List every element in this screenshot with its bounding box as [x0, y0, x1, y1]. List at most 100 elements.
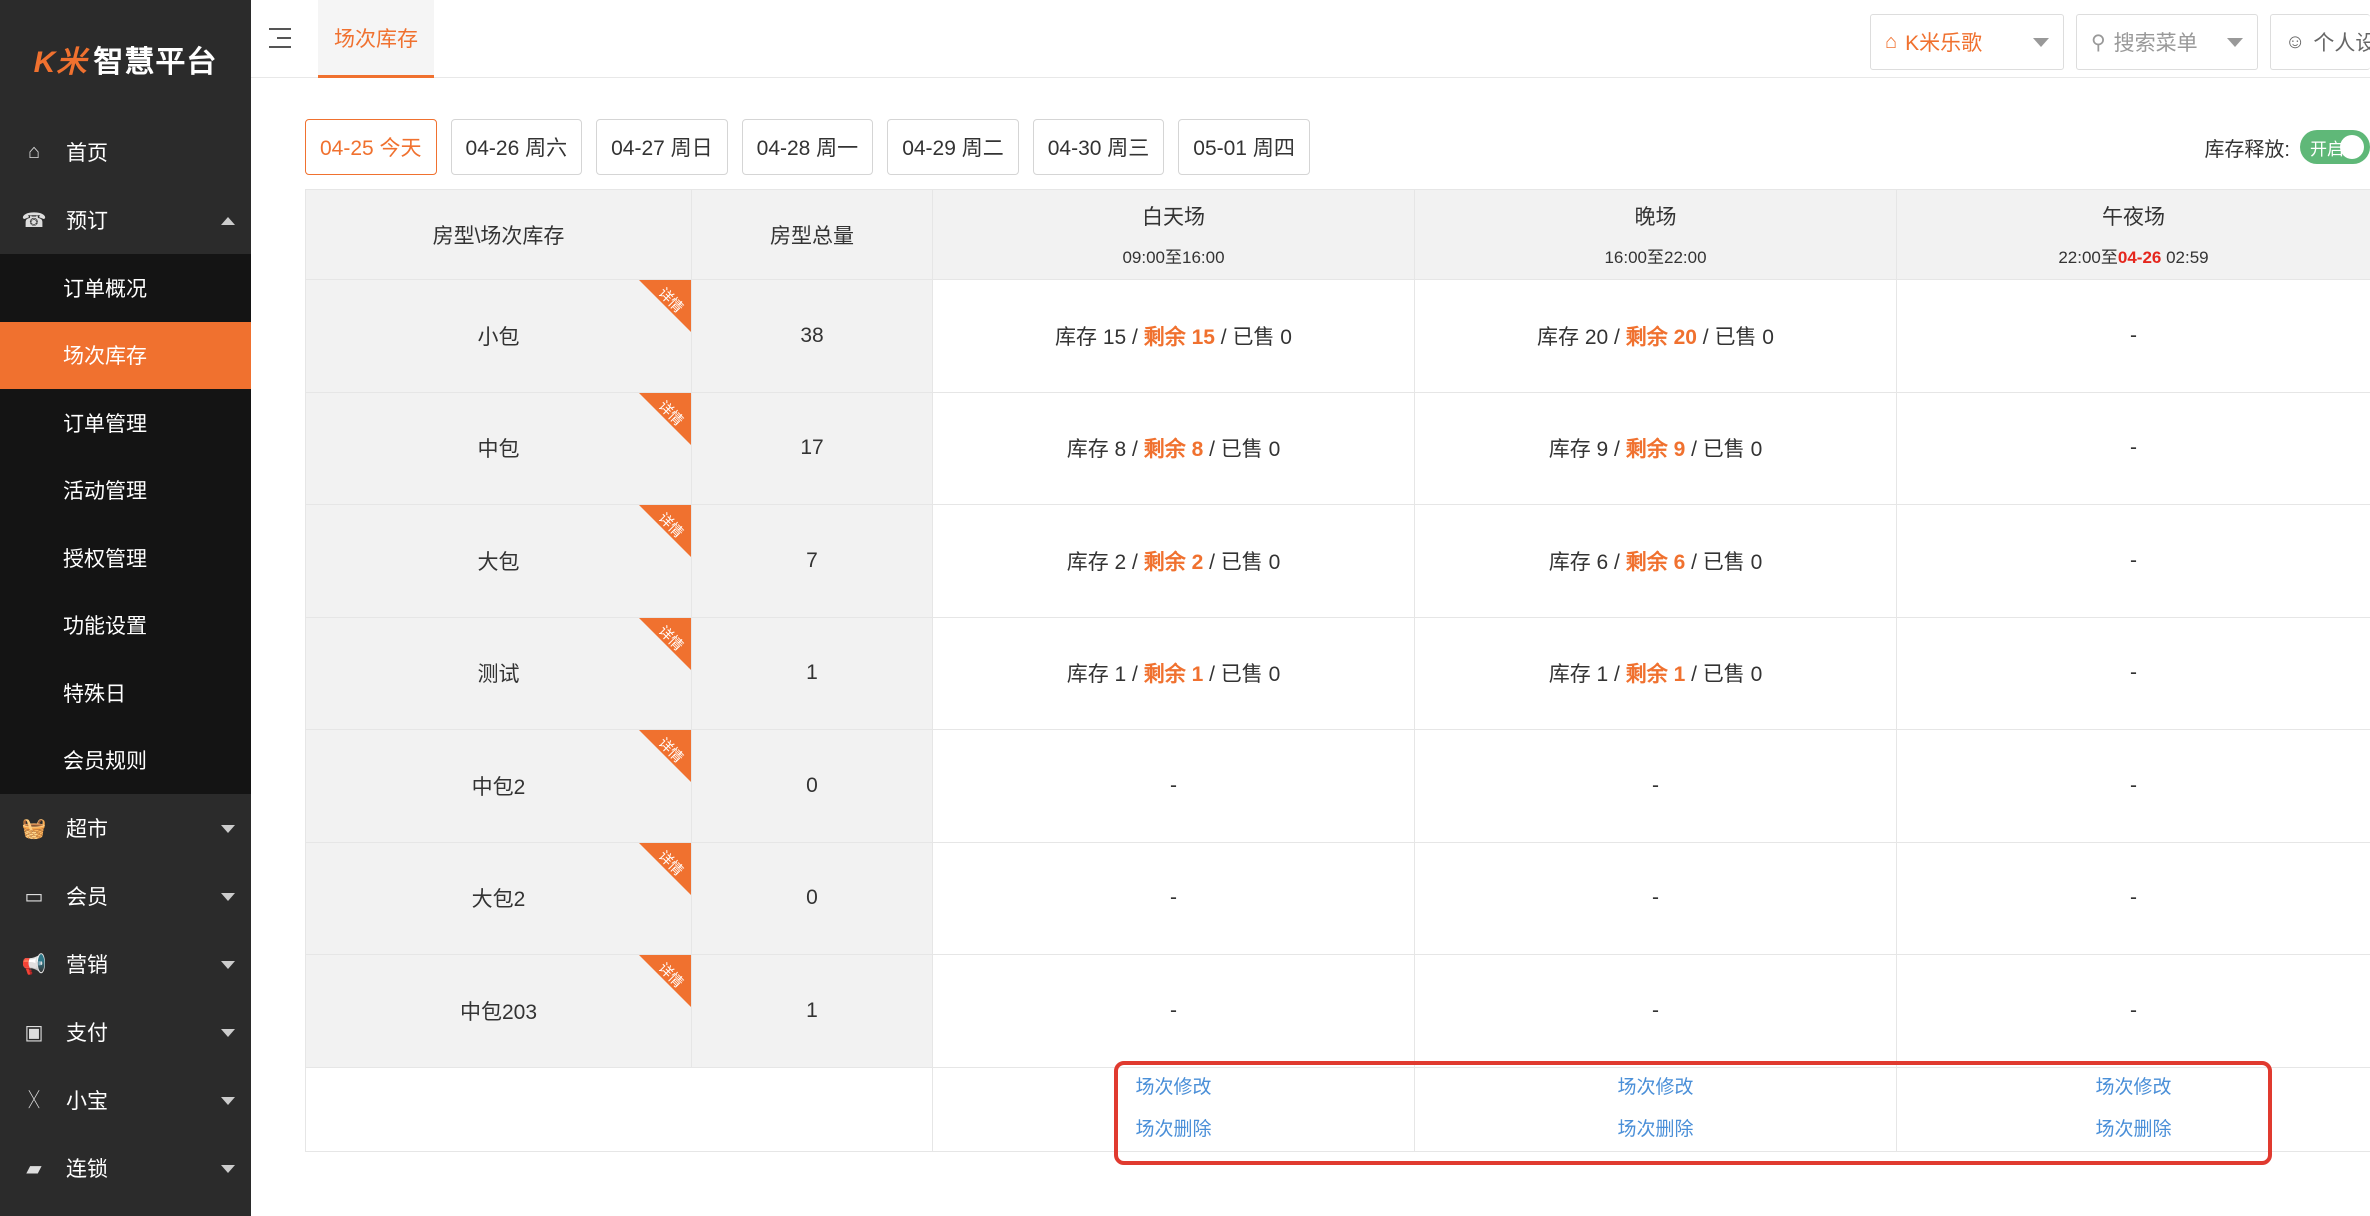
delete-session-link[interactable]: 场次删除	[1617, 1109, 1693, 1151]
date-tab-0501[interactable]: 05-01 周四	[1178, 119, 1310, 175]
sidebar-item-home[interactable]: ⌂ 首页	[0, 118, 251, 186]
delete-session-link[interactable]: 场次删除	[1135, 1109, 1211, 1151]
bag-icon: ▰	[26, 1157, 42, 1180]
toggle-knob	[2340, 135, 2364, 159]
details-label: 详情	[655, 284, 687, 316]
store-selector[interactable]: ⌂ K米乐歌	[1870, 14, 2064, 70]
stock-release-toggle[interactable]: 开启	[2300, 130, 2370, 164]
edit-session-link[interactable]: 场次修改	[2095, 1067, 2171, 1109]
night-session-cell: -	[1415, 842, 1897, 954]
sidebar-submenu-booking: 订单概况 场次库存 订单管理 活动管理 授权管理 功能设置 特殊日 会员规则	[0, 254, 251, 794]
sidebar-item-xiaobao[interactable]: ᚷ 小宝	[0, 1066, 251, 1134]
stock-stock: 库存 20 /	[1537, 325, 1626, 349]
day-session-cell: 库存 15 / 剩余 15 / 已售 0	[933, 280, 1415, 392]
details-corner-badge[interactable]: 详情	[639, 505, 691, 557]
sidebar: K米 智慧平台 ⌂ 首页 ☎ 预订 订单概况 场次库存 订单管理 活动管理 授权…	[0, 0, 251, 1216]
edit-session-link[interactable]: 场次修改	[1617, 1067, 1693, 1109]
room-type-cell: 小包 详情	[305, 280, 692, 392]
midnight-session-cell: -	[1897, 505, 2370, 617]
date-tab-0430[interactable]: 04-30 周三	[1032, 119, 1165, 175]
phone-icon: ☎	[21, 209, 47, 232]
details-corner-badge[interactable]: 详情	[639, 730, 691, 782]
sidebar-item-label: 营销	[66, 954, 108, 977]
sidebar-subitem-function-settings[interactable]: 功能设置	[0, 592, 251, 660]
midnight-session-actions: 场次修改 场次删除	[1897, 1067, 2370, 1151]
room-type-cell: 中包2 详情	[305, 730, 692, 842]
sidebar-item-supermarket[interactable]: 🧺 超市	[0, 794, 251, 862]
sidebar-item-marketing[interactable]: 📢 营销	[0, 930, 251, 998]
sidebar-item-member[interactable]: ▭ 会员	[0, 862, 251, 930]
room-type-cell: 中包203 详情	[305, 955, 692, 1067]
menu-search[interactable]: ⚲ 搜索菜单	[2076, 14, 2258, 70]
delete-session-link[interactable]: 场次删除	[2095, 1109, 2171, 1151]
sidebar-item-chain[interactable]: ▰ 连锁	[0, 1134, 251, 1202]
date-tab-0425[interactable]: 04-25 今天	[305, 119, 437, 175]
topbar-right: ⌂ K米乐歌 ⚲ 搜索菜单 ☺ 个人设	[1870, 14, 2370, 70]
stock-sold: / 已售 0	[1203, 438, 1281, 462]
room-type-name: 大包	[477, 550, 520, 574]
profile-menu[interactable]: ☺ 个人设	[2270, 14, 2370, 70]
details-corner-badge[interactable]: 详情	[639, 617, 691, 670]
details-corner-badge[interactable]: 详情	[639, 392, 691, 445]
sidebar-subitem-authorization[interactable]: 授权管理	[0, 524, 251, 592]
table-row: 中包203 详情 1- - -	[305, 955, 2370, 1068]
stock-sold: / 已售 0	[1696, 325, 1774, 349]
details-corner-badge[interactable]: 详情	[639, 842, 691, 895]
details-label: 详情	[655, 621, 687, 654]
topbar: 场次库存 ⌂ K米乐歌 ⚲ 搜索菜单 ☺ 个人设	[251, 0, 2370, 78]
room-type-name: 中包	[477, 438, 520, 462]
date-tab-0428[interactable]: 04-28 周一	[741, 119, 874, 175]
table-row: 中包2 详情 0- - -	[305, 730, 2370, 843]
table-header: 房型\场次库存 房型总量 白天场 09:00至16:00 晚场 16:00至22…	[305, 190, 2370, 280]
date-tab-0427[interactable]: 04-27 周日	[596, 119, 728, 175]
room-total-cell: 7	[692, 505, 933, 617]
sidebar-subitem-session-stock[interactable]: 场次库存	[0, 321, 251, 389]
tab-session-stock[interactable]: 场次库存	[318, 0, 434, 78]
caret-down-icon	[221, 1097, 235, 1105]
sidebar-subitem-special-days[interactable]: 特殊日	[0, 659, 251, 727]
sidebar-item-label: 首页	[66, 142, 108, 165]
night-session-cell: 库存 20 / 剩余 20 / 已售 0	[1415, 280, 1897, 392]
sidebar-item-label: 支付	[66, 1022, 108, 1045]
stock-remain: 剩余 1	[1143, 663, 1204, 687]
midnight-session-cell: -	[1897, 955, 2370, 1067]
session-time: 16:00至22:00	[1604, 248, 1707, 267]
room-total-cell: 1	[692, 955, 933, 1067]
stock-sold: / 已售 0	[1685, 550, 1763, 574]
details-corner-badge[interactable]: 详情	[639, 955, 691, 1007]
actions-empty	[305, 1067, 692, 1151]
day-session-cell: 库存 8 / 剩余 8 / 已售 0	[933, 392, 1415, 504]
sidebar-item-booking[interactable]: ☎ 预订	[0, 186, 251, 254]
sidebar-item-payment[interactable]: ▣ 支付	[0, 998, 251, 1066]
room-type-name: 小包	[477, 325, 520, 349]
home-icon: ⌂	[27, 140, 41, 163]
stock-remain: 剩余 1	[1625, 663, 1686, 687]
midnight-session-cell: -	[1897, 842, 2370, 954]
night-session-cell: 库存 1 / 剩余 1 / 已售 0	[1415, 617, 1897, 729]
table-body: 小包 详情 38 库存 15 / 剩余 15 / 已售 0 库存 20 / 剩余 20 …	[305, 280, 2370, 1068]
edit-session-link[interactable]: 场次修改	[1135, 1067, 1211, 1109]
room-total-cell: 0	[692, 842, 933, 954]
home-outline-icon: ⌂	[1885, 30, 1898, 53]
menu-toggle-icon[interactable]	[269, 26, 295, 50]
midnight-session-cell: -	[1897, 392, 2370, 504]
sidebar-item-label: 会员	[66, 886, 108, 909]
sidebar-subitem-activity-management[interactable]: 活动管理	[0, 457, 251, 525]
stock-sold: / 已售 0	[1214, 325, 1292, 349]
stock-stock: 库存 15 /	[1055, 325, 1144, 349]
details-label: 详情	[655, 509, 687, 541]
toggle-label: 开启	[2310, 139, 2344, 159]
sidebar-item-label: 超市	[66, 818, 108, 841]
profile-label: 个人设	[2313, 32, 2370, 55]
sidebar-subitem-order-management[interactable]: 订单管理	[0, 389, 251, 457]
date-tab-0429[interactable]: 04-29 周二	[887, 119, 1019, 175]
sidebar-subitem-order-overview[interactable]: 订单概况	[0, 254, 251, 322]
day-session-cell: 库存 2 / 剩余 2 / 已售 0	[933, 505, 1415, 617]
date-tab-0426[interactable]: 04-26 周六	[450, 119, 583, 175]
day-session-actions: 场次修改 场次删除	[933, 1067, 1415, 1151]
table-row: 小包 详情 38 库存 15 / 剩余 15 / 已售 0 库存 20 / 剩余 20 …	[305, 280, 2370, 393]
details-corner-badge[interactable]: 详情	[639, 280, 691, 332]
room-total-cell: 1	[692, 617, 933, 729]
room-type-name: 测试	[477, 663, 520, 687]
sidebar-subitem-member-rules[interactable]: 会员规则	[0, 727, 251, 795]
